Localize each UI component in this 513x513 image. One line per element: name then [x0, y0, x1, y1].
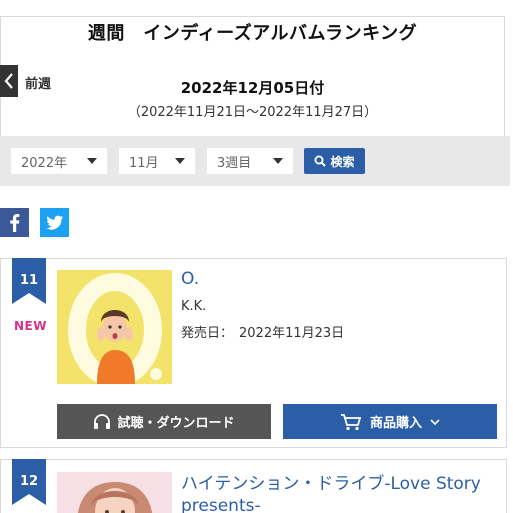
search-icon — [314, 155, 327, 167]
cart-icon — [340, 413, 362, 430]
new-badge: NEW — [14, 319, 47, 333]
week-select[interactable]: 3週目 — [207, 148, 293, 174]
ranking-period: （2022年11月21日〜2022年11月27日） — [127, 105, 378, 120]
page-title: 週間 インディーズアルバムランキング — [87, 23, 418, 44]
album-jacket-image[interactable] — [57, 472, 172, 513]
week-select-value: 3週目 — [217, 155, 252, 171]
search-button-label: 検索 — [330, 154, 355, 169]
facebook-icon — [10, 214, 20, 232]
album-title-link[interactable]: O. — [181, 269, 199, 289]
headphones-icon — [94, 413, 111, 429]
release-date: 発売日： 2022年11月23日 — [181, 322, 344, 341]
rank-number: 12 — [19, 474, 39, 489]
listen-download-button[interactable]: 試聴・ダウンロード — [57, 404, 271, 439]
release-date-label: 発売日： — [181, 326, 234, 341]
listen-download-label: 試聴・ダウンロード — [117, 416, 235, 431]
filter-bar: 2022年 11月 3週目 検索 — [0, 136, 510, 186]
buy-product-label: 商品購入 — [369, 416, 422, 431]
search-button[interactable]: 検索 — [304, 148, 365, 174]
chevron-down-icon — [430, 418, 440, 425]
twitter-share-button[interactable] — [40, 208, 69, 237]
year-select[interactable]: 2022年 — [11, 148, 107, 174]
year-select-value: 2022年 — [21, 155, 68, 171]
album-jacket-image[interactable] — [57, 270, 172, 384]
album-title-link[interactable]: ハイテンション・ドライブ-Love Story presents- — [181, 473, 501, 513]
artist-name: K.K. — [181, 299, 207, 314]
facebook-share-button[interactable] — [0, 208, 29, 237]
month-select[interactable]: 11月 — [119, 148, 195, 174]
ranking-item: 12 ハイテンション・ドライブ-Love Story presents- — [0, 459, 507, 513]
caret-down-icon — [87, 158, 97, 164]
caret-down-icon — [175, 158, 185, 164]
twitter-icon — [46, 215, 63, 230]
ranking-item: 11 NEW O. K.K. 発売日： 2022年11月23日 試聴・ダウンロード — [0, 258, 507, 448]
rank-number: 11 — [19, 273, 39, 288]
caret-down-icon — [273, 158, 283, 164]
buy-product-button[interactable]: 商品購入 — [283, 404, 497, 439]
issue-date: 2022年12月05日付 — [180, 79, 325, 97]
release-date-value: 2022年11月23日 — [239, 326, 345, 341]
month-select-value: 11月 — [129, 155, 159, 171]
